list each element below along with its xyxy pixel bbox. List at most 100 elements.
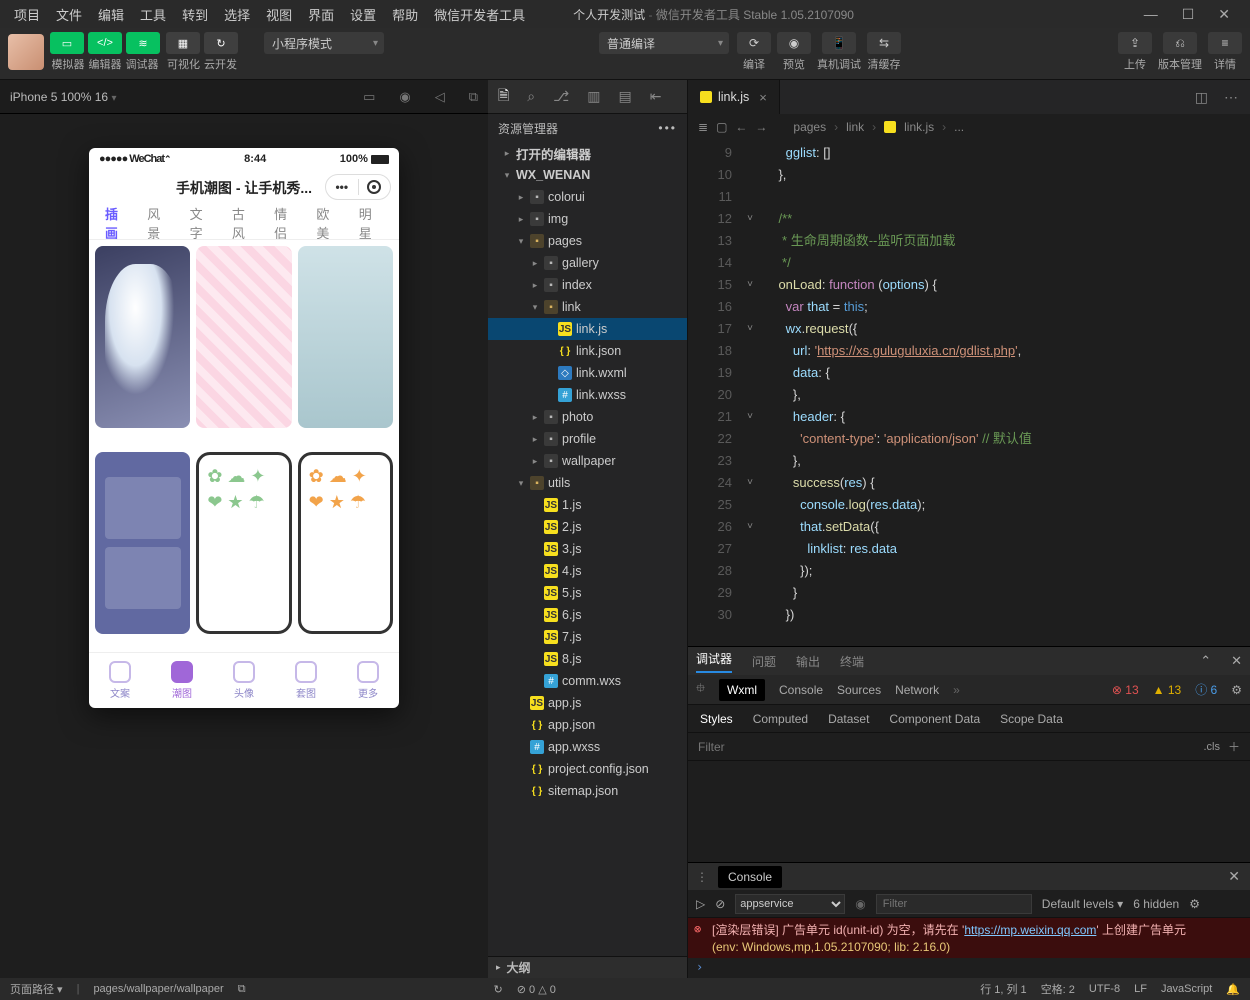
expand-icon[interactable]: ⇤	[650, 88, 662, 105]
category-tab[interactable]: 风景	[147, 206, 171, 240]
bookmark-icon[interactable]: ▢	[716, 120, 727, 134]
tree-item[interactable]: JS 5.js	[488, 582, 687, 604]
tree-item[interactable]: JS 7.js	[488, 626, 687, 648]
record-icon[interactable]: ◉	[399, 89, 410, 105]
tree-item[interactable]: { } app.json	[488, 714, 687, 736]
avatar[interactable]	[8, 34, 44, 70]
category-tab[interactable]: 明星	[359, 206, 383, 240]
gear-icon[interactable]: ⚙	[1189, 897, 1200, 911]
wallpaper-card[interactable]	[298, 246, 393, 428]
bottom-nav-item[interactable]: 潮图	[151, 653, 213, 708]
bottom-nav[interactable]: 文案潮图头像套图更多	[89, 652, 399, 708]
tree-item[interactable]: JS 4.js	[488, 560, 687, 582]
wallpaper-card[interactable]	[298, 452, 393, 634]
style-tabs[interactable]: Styles Computed Dataset Component Data S…	[688, 705, 1250, 733]
tree-item[interactable]: ▸ ▪ gallery	[488, 252, 687, 274]
device-label[interactable]: iPhone 5 100% 16 ▾	[10, 90, 116, 104]
category-tab[interactable]: 文字	[190, 206, 214, 240]
context-select[interactable]: appservice	[735, 894, 845, 914]
menu-item[interactable]: 视图	[258, 4, 300, 27]
sync-icon[interactable]: ↻	[494, 983, 503, 996]
diagnostics[interactable]: ⊘ 0 △ 0	[517, 983, 556, 996]
tree-section[interactable]: ▸打开的编辑器	[488, 142, 687, 164]
tree-item[interactable]: JS 1.js	[488, 494, 687, 516]
outline-section[interactable]: ▸大纲	[488, 956, 687, 978]
tree-item[interactable]: ▸ ▪ photo	[488, 406, 687, 428]
add-icon[interactable]: ＋	[1228, 738, 1240, 755]
tree-item[interactable]: ▸ ▪ colorui	[488, 186, 687, 208]
tree-item[interactable]: JS 2.js	[488, 516, 687, 538]
chevron-up-icon[interactable]: ⌃	[1200, 653, 1211, 669]
cls-toggle[interactable]: .cls	[1203, 741, 1220, 753]
cursor-pos[interactable]: 行 1, 列 1	[980, 981, 1026, 997]
nav-fwd-icon[interactable]: →	[755, 120, 767, 134]
tree-item[interactable]: ▸ ▪ wallpaper	[488, 450, 687, 472]
more-icon[interactable]: •••	[658, 121, 677, 135]
tree-item[interactable]: # link.wxss	[488, 384, 687, 406]
bell-icon[interactable]: 🔔	[1226, 983, 1240, 996]
toolbar-button[interactable]: ⇆	[867, 32, 901, 54]
menu-item[interactable]: 设置	[342, 4, 384, 27]
clear-icon[interactable]: ⊘	[715, 897, 725, 911]
tree-section[interactable]: ▾WX_WENAN	[488, 164, 687, 186]
hidden-count[interactable]: 6 hidden	[1133, 897, 1179, 911]
console-filter-input[interactable]	[876, 894, 1032, 914]
page-path[interactable]: pages/wallpaper/wallpaper	[93, 983, 223, 995]
console-toolbar[interactable]: ▷ ⊘ appservice ◉ Default levels ▾ 6 hidd…	[688, 890, 1250, 918]
tree-item[interactable]: { } project.config.json	[488, 758, 687, 780]
menu-item[interactable]: 文件	[48, 4, 90, 27]
indent[interactable]: 空格: 2	[1041, 981, 1075, 997]
split-icon[interactable]: ◫	[1195, 89, 1208, 106]
tree-item[interactable]: ▾ ▪ link	[488, 296, 687, 318]
list-icon[interactable]: ≣	[698, 120, 708, 134]
copy-icon[interactable]: ⧉	[469, 89, 478, 105]
category-tab[interactable]: 古风	[232, 206, 256, 240]
devtools-tabs[interactable]: ⯐ Wxml Console Sources Network » ⊗ 13 ▲ …	[688, 675, 1250, 705]
tab-simulator[interactable]: ▭	[50, 32, 84, 54]
levels-select[interactable]: Default levels ▾	[1042, 897, 1123, 911]
wallpaper-card[interactable]	[95, 452, 190, 634]
code-editor[interactable]: 9101112131415161718192021222324252627282…	[688, 140, 1250, 646]
tree-item[interactable]: JS 8.js	[488, 648, 687, 670]
app-mode-select[interactable]: 小程序模式	[264, 32, 384, 54]
tab-visual[interactable]: ▦	[166, 32, 200, 54]
copy-icon[interactable]: ⧉	[238, 983, 246, 996]
eol[interactable]: LF	[1134, 983, 1147, 995]
tab-editor[interactable]: </>	[88, 32, 122, 54]
file-tree[interactable]: ▸打开的编辑器 ▾WX_WENAN ▸ ▪ colorui ▸ ▪ img ▾ …	[488, 142, 687, 956]
tree-item[interactable]: ▾ ▪ utils	[488, 472, 687, 494]
tree-item[interactable]: JS link.js	[488, 318, 687, 340]
category-tab[interactable]: 插画	[105, 206, 129, 240]
gear-icon[interactable]: ⚙	[1231, 683, 1242, 697]
category-tabs[interactable]: 插画风景文字古风情侣欧美明星	[89, 206, 399, 240]
tree-item[interactable]: # comm.wxs	[488, 670, 687, 692]
device-icon[interactable]: ▭	[363, 89, 375, 105]
stop-icon[interactable]: ▷	[696, 897, 705, 911]
category-tab[interactable]: 欧美	[316, 206, 340, 240]
toolbar-button[interactable]: ◉	[777, 32, 811, 54]
toolbar-button[interactable]: ≡	[1208, 32, 1242, 54]
eye-icon[interactable]: ◉	[855, 897, 865, 911]
nav-back-icon[interactable]: ←	[735, 120, 747, 134]
tree-item[interactable]: ▸ ▪ img	[488, 208, 687, 230]
bottom-nav-item[interactable]: 套图	[275, 653, 337, 708]
bottom-nav-item[interactable]: 文案	[89, 653, 151, 708]
menu-item[interactable]: 项目	[6, 4, 48, 27]
page-path-label[interactable]: 页面路径 ▾	[10, 981, 63, 997]
panel-icon[interactable]: ▤	[618, 88, 631, 105]
tab-debugger[interactable]: ≋	[126, 32, 160, 54]
editor-tab[interactable]: link.js×	[688, 80, 780, 114]
tree-item[interactable]: { } link.json	[488, 340, 687, 362]
menu-item[interactable]: 工具	[132, 4, 174, 27]
close-icon[interactable]: ✕	[1231, 653, 1242, 669]
tree-item[interactable]: JS 6.js	[488, 604, 687, 626]
files-icon[interactable]: 🗎	[498, 85, 509, 109]
wallpaper-grid[interactable]	[89, 240, 399, 652]
more-icon[interactable]: ⋯	[1224, 89, 1238, 106]
branch-icon[interactable]: ⎇	[553, 88, 569, 105]
close-icon[interactable]: ✕	[1228, 868, 1240, 885]
close-icon[interactable]: ✕	[1218, 6, 1230, 23]
layout-icon[interactable]: ▥	[587, 88, 600, 105]
close-tab-icon[interactable]: ×	[759, 90, 767, 105]
style-filter-input[interactable]	[698, 740, 1195, 754]
